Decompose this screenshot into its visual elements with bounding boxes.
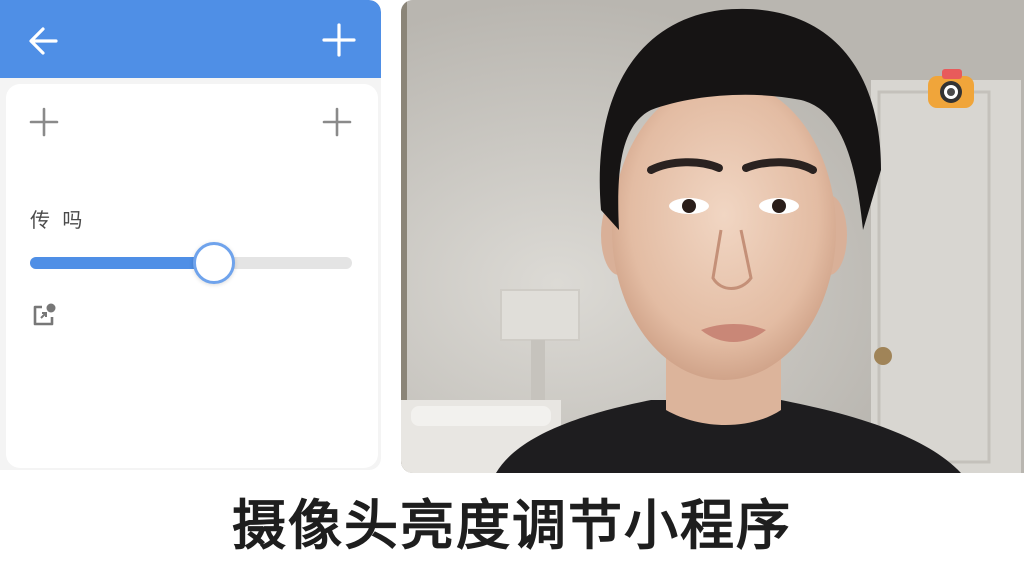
- slider-fill: [30, 257, 214, 269]
- camera-badge-icon[interactable]: [926, 66, 976, 110]
- add-icon[interactable]: [321, 22, 357, 58]
- add-right-plus-icon[interactable]: [321, 106, 353, 138]
- slider-label: 传 吗: [30, 208, 86, 232]
- slider-track[interactable]: [30, 257, 352, 269]
- settings-panel: 传 吗: [0, 0, 381, 470]
- settings-card: 传 吗: [6, 84, 378, 468]
- camera-switch-icon[interactable]: [32, 302, 58, 328]
- top-bar: [0, 0, 381, 78]
- back-arrow-icon[interactable]: [26, 23, 62, 59]
- add-left-plus-icon[interactable]: [28, 106, 60, 138]
- caption-title: 摄像头亮度调节小程序: [232, 494, 792, 557]
- slider-thumb[interactable]: [192, 242, 235, 284]
- brightness-slider[interactable]: [30, 242, 352, 284]
- camera-preview: [401, 0, 1024, 473]
